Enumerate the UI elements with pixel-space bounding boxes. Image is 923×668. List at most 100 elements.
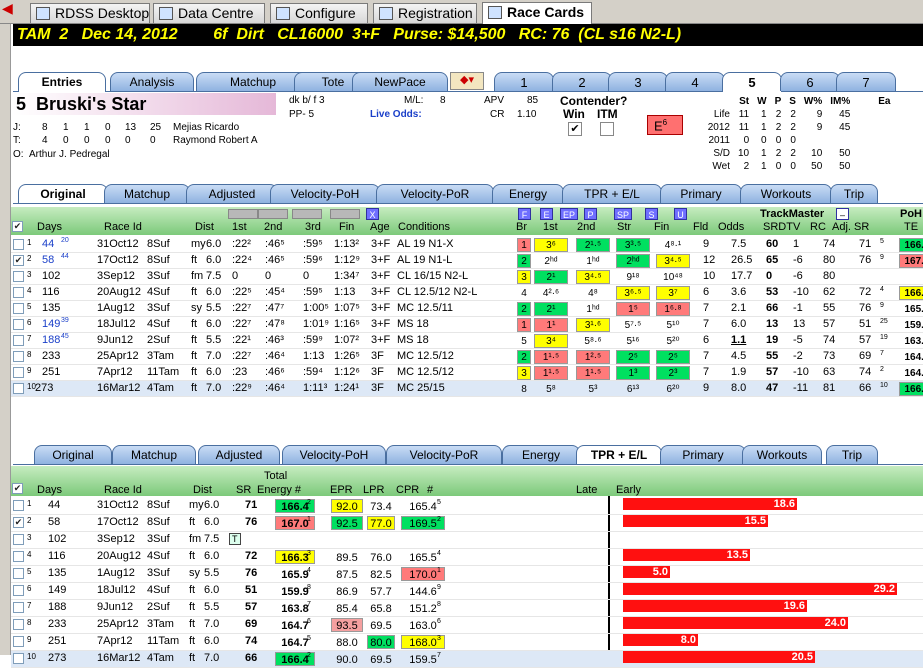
row-checkbox[interactable] [13,271,24,282]
pace-filter-s[interactable]: S [645,208,658,220]
pp-row[interactable]: 8 233 25Apr12 3Tam ft 7.0:22⁷:46⁴ 1:13 1:26⁵ 3F M… [11,349,923,365]
row-checkbox[interactable] [13,383,24,394]
row-checkbox[interactable] [13,335,24,346]
pp-tab-velocity-poh[interactable]: Velocity-PoH [270,184,380,203]
collapse-button[interactable]: – [836,208,849,220]
sort-button[interactable] [330,209,360,219]
pp-row[interactable]: 4 116 20Aug12 4Suf ft 6.0:22⁵:45⁴:59⁵ 1:13 3+F C… [11,285,923,301]
tpr-row[interactable]: 5 135 1Aug12 3Suf sy 5.5 76 165.9 4 87.5 82.5 170.0… [11,566,923,583]
sort-button[interactable] [292,209,322,219]
row-checkbox[interactable] [13,287,24,298]
app-tab-rdss-desktop[interactable]: RDSS Desktop [30,3,150,23]
lower-tab-matchup[interactable]: Matchup [112,445,196,464]
tab-newpace[interactable]: NewPace [352,72,448,91]
lower-tab-energy[interactable]: Energy [502,445,580,464]
tpr-row[interactable]: 9 251 7Apr12 11Tam ft 6.0 74 164.7 5 88.0 80.0 168.… [11,634,923,651]
race-tab-7[interactable]: 7 [836,72,896,91]
early-bar-label: 13.5 [726,549,748,561]
pace-filter-p[interactable]: P [584,208,597,220]
race-tab-4[interactable]: 4 [665,72,725,91]
app-tab-configure[interactable]: Configure [270,3,368,23]
tpr-row[interactable]: 1 44 31Oct12 8Suf my 6.0 71 166.4 2 92.0 73.4 165.4… [11,498,923,515]
pp-row[interactable]: 7 188 45 9Jun12 2Suf ft 5.5:22¹:46³:59⁹ 1:07² 3+… [11,333,923,349]
lower-tab-trip[interactable]: Trip [826,445,878,464]
pp-tab-primary[interactable]: Primary [660,184,742,203]
back-arrow-icon[interactable]: ◀ [2,1,18,15]
pp-tab-matchup[interactable]: Matchup [104,184,190,203]
pp-row[interactable]: 6 149 39 18Jul12 4Suf ft 6.0:22⁷:47⁸ 1:01⁹ 1:16⁵… [11,317,923,333]
pace-filter-u[interactable]: U [674,208,687,220]
row-checkbox[interactable] [13,602,24,613]
track-cond: ft [191,254,198,266]
row-checkbox[interactable]: ✔ [13,517,24,528]
race-tab-6[interactable]: 6 [780,72,840,91]
lower-tab-velocity-por[interactable]: Velocity-PoR [386,445,502,464]
tpr-row[interactable]: 3 102 3Sep12 3Suf fm 7.5 T [11,532,923,549]
select-all-checkbox[interactable]: ✔ [12,221,23,232]
race-tab-3[interactable]: 3 [608,72,668,91]
sort-button[interactable] [228,209,258,219]
row-checkbox[interactable] [13,367,24,378]
pace-dropdown-button[interactable]: ◆▾ [450,72,484,90]
lower-tab-adjusted[interactable]: Adjusted [198,445,280,464]
pp-row[interactable]: 1 44 20 31Oct12 8Suf my 6.0:22²:46⁵:59⁵ 1:13² 3+… [11,237,923,253]
row-checkbox[interactable] [13,319,24,330]
pace-filter-f[interactable]: F [518,208,531,220]
x-button[interactable]: X [366,208,379,220]
pp-tab-trip[interactable]: Trip [830,184,878,203]
call-finish: 1⁶·⁸ [656,302,690,316]
app-tab-data-centre[interactable]: Data Centre [153,3,265,23]
speed-rating: 72 [245,550,258,562]
select-all-checkbox[interactable]: ✔ [12,483,23,494]
pp-tab-velocity-por[interactable]: Velocity-PoR [376,184,494,203]
win-checkbox[interactable]: ✔ [568,122,582,136]
pp-tab-energy[interactable]: Energy [492,184,564,203]
row-checkbox[interactable] [13,303,24,314]
row-checkbox[interactable] [13,568,24,579]
record-header-cell: S [789,96,796,107]
tab-analysis[interactable]: Analysis [110,72,194,91]
row-checkbox[interactable] [13,551,24,562]
app-tab-registration[interactable]: Registration [373,3,477,23]
pp-tab-original[interactable]: Original [18,184,108,204]
row-checkbox[interactable] [13,619,24,630]
lower-tab-workouts[interactable]: Workouts [742,445,822,464]
race-tab-2[interactable]: 2 [552,72,612,91]
sort-button[interactable] [258,209,288,219]
pace-filter-sp[interactable]: SP [614,208,632,220]
pp-row[interactable]: ✔ 2 58 44 17Oct12 8Suf ft 6.0:22⁴:46⁵:59⁶ 1:12⁹ 3… [11,253,923,269]
row-checkbox[interactable] [13,534,24,545]
pp-tab-adjusted[interactable]: Adjusted [186,184,278,203]
pace-filter-e[interactable]: E [540,208,553,220]
row-checkbox[interactable] [13,239,24,250]
tpr-row[interactable]: 6 149 18Jul12 4Suf ft 6.0 51 159.9 8 86.9 57.7 144.… [11,583,923,600]
row-checkbox[interactable] [13,351,24,362]
row-checkbox[interactable] [13,636,24,647]
tpr-row[interactable]: 4 116 20Aug12 4Suf ft 6.0 72 166.3 3 89.5 76.0 165.… [11,549,923,566]
pp-row[interactable]: 10 273 16Mar12 4Tam ft 7.0:22⁹:46⁴ 1:11³ 1:24¹ 3… [11,381,923,397]
tab-matchup[interactable]: Matchup [196,72,310,91]
lower-tab-original[interactable]: Original [34,445,112,464]
tpr-row[interactable]: 7 188 9Jun12 2Suf ft 5.5 57 163.8 7 85.4 65.8 151.2… [11,600,923,617]
itm-checkbox[interactable] [600,122,614,136]
pp-row[interactable]: 9 251 7Apr12 11Tam ft 6.0:23:46⁶:59⁴ 1:12⁶ 3F MC… [11,365,923,381]
tpr-row[interactable]: 10 273 16Mar12 4Tam ft 7.0 66 166.4 2 90.0 69.5 159… [11,651,923,668]
row-checkbox[interactable] [13,585,24,596]
row-number: 5 [27,302,32,311]
tpr-row[interactable]: 8 233 25Apr12 3Tam ft 7.0 69 164.7 6 93.5 69.5 163.… [11,617,923,634]
tpr-row[interactable]: ✔ 2 58 17Oct12 8Suf ft 6.0 76 167.0 1 92.5 77.0 169.… [11,515,923,532]
race-tab-5[interactable]: 5 [722,72,782,92]
app-tab-race-cards[interactable]: Race Cards [482,2,592,24]
row-checkbox[interactable]: ✔ [13,255,24,266]
pace-filter-ep[interactable]: EP [560,208,578,220]
race-tab-1[interactable]: 1 [494,72,554,91]
lower-tab-primary[interactable]: Primary [660,445,746,464]
lower-tab-tpr-e-l[interactable]: TPR + E/L [576,445,662,465]
pp-row[interactable]: 5 135 1Aug12 3Suf sy 5.5:22⁷:47⁷ 1:00⁵ 1:07⁵ 3+F… [11,301,923,317]
pp-row[interactable]: 3 102 3Sep12 3Suf fm 7.5 0 0 0 1:34⁷ 3+F CL 16/15 N… [11,269,923,285]
row-checkbox[interactable] [13,500,24,511]
lower-tab-velocity-poh[interactable]: Velocity-PoH [282,445,386,464]
pp-tab-workouts[interactable]: Workouts [740,184,832,203]
tab-entries[interactable]: Entries [18,72,106,92]
pp-tab-tpr-e-l[interactable]: TPR + E/L [562,184,662,203]
